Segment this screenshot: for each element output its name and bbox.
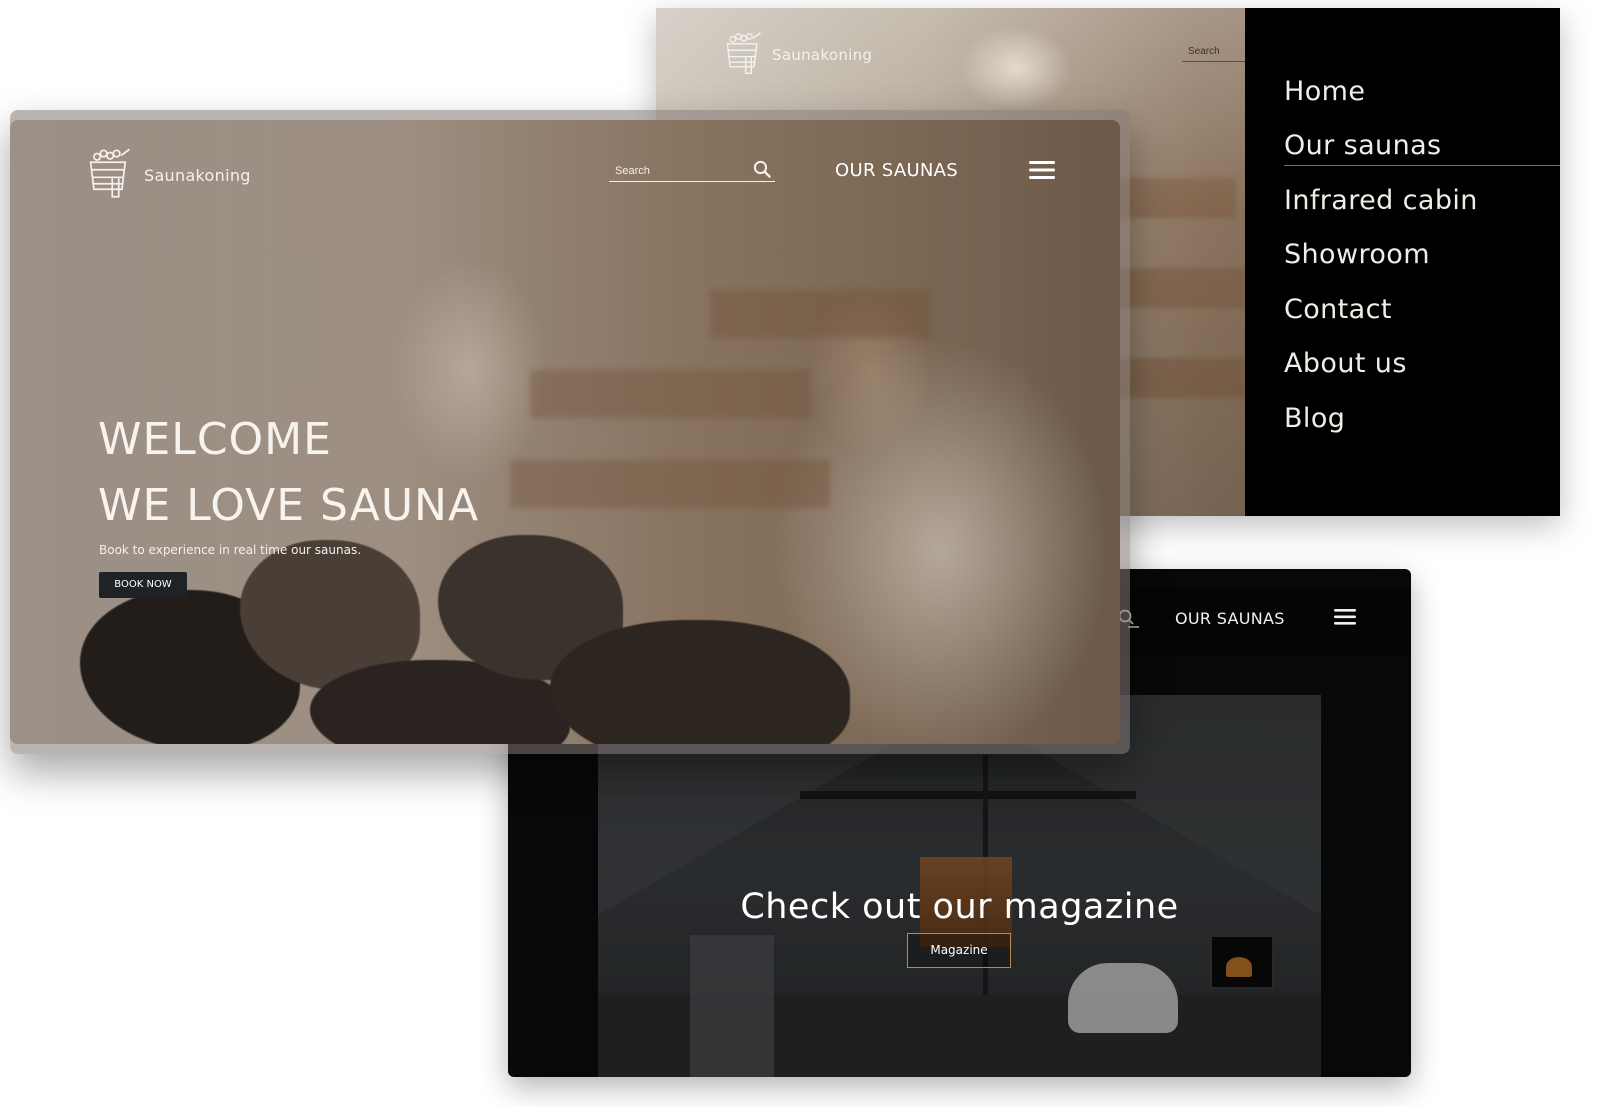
our-saunas-nav-link[interactable]: OUR SAUNAS [835, 160, 958, 181]
menu-item-home[interactable]: Home [1284, 78, 1365, 105]
hamburger-icon[interactable] [1334, 608, 1356, 630]
menu-item-infrared-cabin[interactable]: Infrared cabin [1284, 187, 1478, 214]
sauna-bucket-icon [82, 146, 136, 204]
search-input[interactable]: Search [609, 160, 775, 182]
hamburger-icon[interactable] [1029, 160, 1055, 184]
book-now-button[interactable]: BOOK NOW [99, 572, 187, 598]
brand-name: Saunakoning [772, 46, 873, 64]
menu-item-about-us[interactable]: About us [1284, 350, 1407, 377]
hero-title-line-1: WELCOME [98, 414, 332, 465]
sauna-bucket-icon [720, 30, 766, 80]
menu-item-showroom[interactable]: Showroom [1284, 241, 1430, 268]
our-saunas-nav-link[interactable]: OUR SAUNAS [1175, 609, 1285, 628]
search-input[interactable]: Search [1182, 46, 1246, 62]
navigation-menu-panel: Home Our saunas Infrared cabin Showroom … [1245, 8, 1560, 516]
menu-item-our-saunas[interactable]: Our saunas [1284, 132, 1442, 159]
search-icon[interactable] [753, 160, 771, 182]
home-screenshot: Saunakoning Search OUR SAUNAS WELCOME WE… [10, 120, 1120, 744]
brand-logo[interactable]: Saunakoning [82, 146, 251, 204]
magazine-heading: Check out our magazine [740, 887, 1179, 927]
magazine-button[interactable]: Magazine [907, 933, 1011, 968]
active-menu-underline [1284, 165, 1560, 166]
brand-logo[interactable]: Saunakoning [720, 30, 872, 80]
brand-name: Saunakoning [144, 165, 251, 185]
hero-subtitle: Book to experience in real time our saun… [99, 543, 362, 557]
hero-title-line-2: WE LOVE SAUNA [98, 480, 480, 531]
search-placeholder: Search [615, 164, 650, 177]
menu-item-contact[interactable]: Contact [1284, 296, 1392, 323]
menu-item-blog[interactable]: Blog [1284, 405, 1345, 432]
